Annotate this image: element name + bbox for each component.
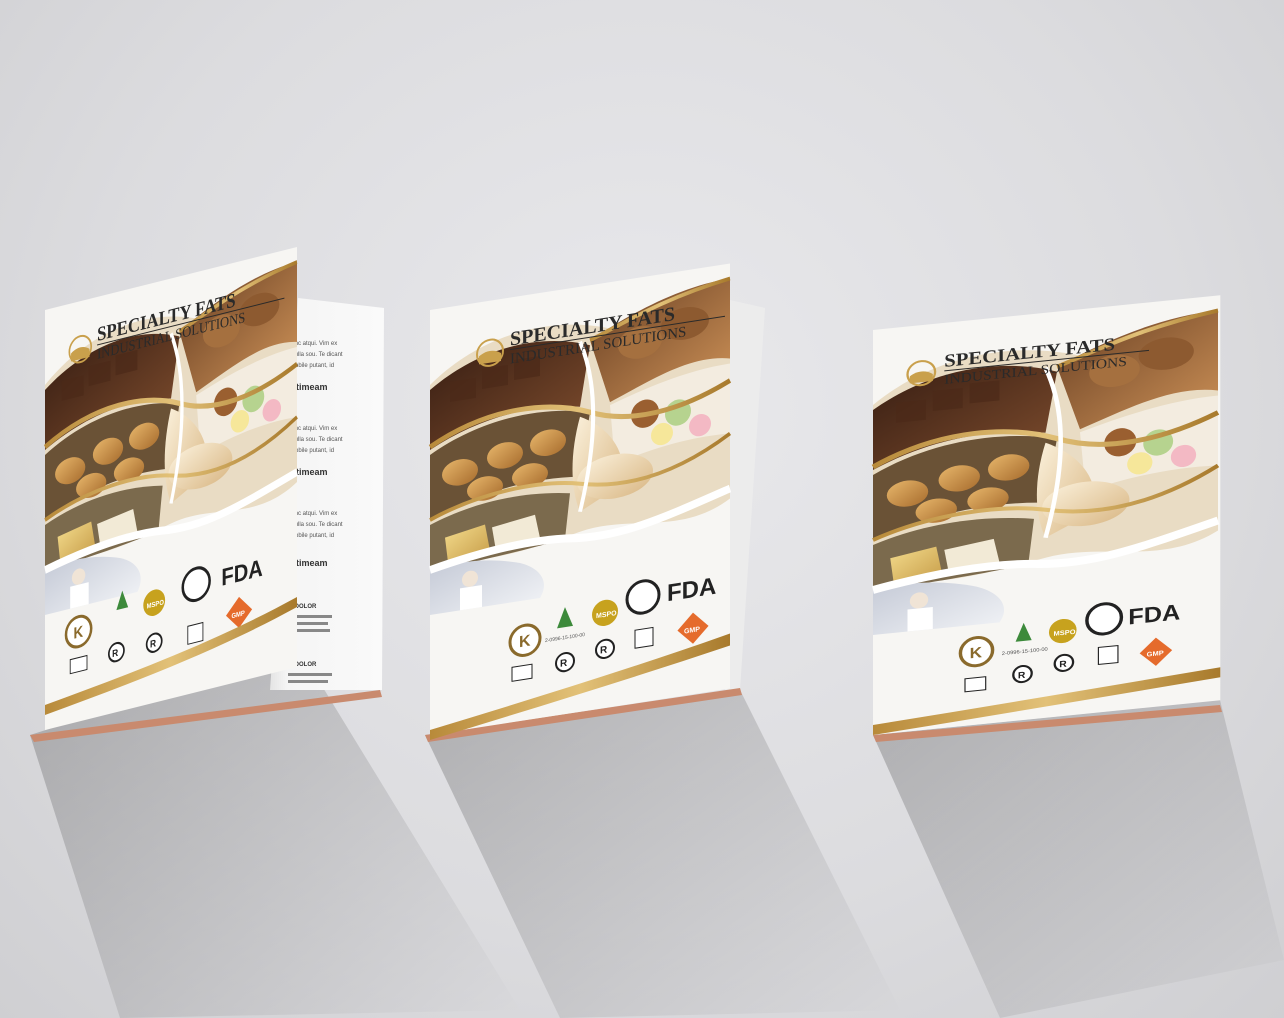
svg-text:R: R [1018,670,1025,681]
brochure-1: hinc atqui. Vim ex igulla sou. Te dicant… [30,246,384,742]
svg-text:K: K [970,644,983,662]
svg-text:R: R [600,644,608,656]
inner-line: igulla sou. Te dicant [290,522,343,528]
brochure-mockup-scene: hinc atqui. Vim ex igulla sou. Te dicant… [30,246,1284,1018]
inner-line: igulla sou. Te dicant [290,352,343,358]
inner-line: hinc atqui. Vim ex [290,341,337,347]
brochure-2-shadow [425,690,900,1018]
fda-logo: FDA [1128,600,1180,630]
svg-text:K: K [74,622,84,643]
inner-line: hinc atqui. Vim ex [290,511,337,517]
svg-text:R: R [560,658,568,670]
inner-line: hinc atqui. Vim ex [290,426,337,432]
brochure-3: SPECIALTY FATS INDUSTRIAL SOLUTIONS K 2-… [873,295,1222,742]
brochure-3-shadow [873,700,1284,1018]
brochure-2: SPECIALTY FATS INDUSTRIAL SOLUTIONS K 2-… [425,263,765,742]
svg-text:K: K [519,631,531,651]
svg-text:R: R [150,638,156,650]
inner-line: igulla sou. Te dicant [290,437,343,443]
brochure-2-inner-page [725,300,765,690]
svg-text:R: R [1059,659,1066,670]
svg-text:R: R [112,647,118,659]
